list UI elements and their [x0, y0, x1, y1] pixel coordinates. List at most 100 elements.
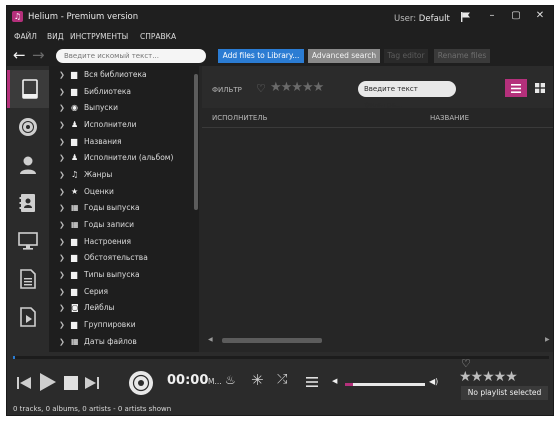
previous-button[interactable]: [15, 374, 33, 392]
tree-item-ratings[interactable]: ❯ ★ Оценки: [59, 184, 114, 200]
search-input[interactable]: [56, 49, 206, 63]
stop-button[interactable]: [62, 374, 80, 392]
tree-scrollbar[interactable]: [194, 74, 198, 210]
volume-low-icon[interactable]: ◀: [332, 377, 337, 385]
close-button[interactable]: ✕: [529, 8, 551, 24]
play-icon: [40, 373, 56, 391]
tree-item-release-types[interactable]: ❯ ▆ Типы выпуска: [59, 267, 140, 283]
disc-button[interactable]: [128, 370, 154, 396]
mood-label[interactable]: M...: [208, 377, 222, 386]
music-note-icon: ♫: [71, 170, 79, 179]
menu-file[interactable]: ФАЙЛ: [14, 32, 37, 41]
tree-item-moods[interactable]: ❯ ▆ Настроения: [59, 234, 131, 250]
tree-item-labels[interactable]: ❯ ◙ Лейблы: [59, 300, 114, 316]
label-icon: ◙: [71, 303, 79, 312]
column-artist[interactable]: ИСПОЛНИТЕЛЬ: [212, 114, 267, 122]
playlist-selector[interactable]: No playlist selected: [461, 386, 548, 400]
chevron-right-icon: ❯: [59, 188, 65, 196]
tree-item-release-years[interactable]: ❯ ▦ Годы выпуска: [59, 200, 140, 216]
back-arrow-icon[interactable]: ←: [13, 47, 26, 63]
add-files-button[interactable]: Add files to Library...: [218, 49, 304, 63]
chevron-right-icon: ❯: [59, 271, 65, 279]
folder-icon: ▆: [71, 287, 78, 296]
person-icon: ♟: [71, 153, 79, 162]
shuffle-icon[interactable]: ⤮: [277, 372, 287, 387]
playlists-view-button[interactable]: [7, 260, 49, 298]
tree-item-album-artists[interactable]: ❯ ♟ Исполнители (альбом): [59, 150, 173, 166]
chevron-right-icon: ❯: [59, 121, 65, 129]
tree-item-groupings[interactable]: ❯ ▆ Группировки: [59, 317, 136, 333]
tree-item-artists[interactable]: ❯ ♟ Исполнители: [59, 117, 136, 133]
forward-arrow-icon[interactable]: →: [32, 47, 45, 63]
next-button[interactable]: [83, 374, 101, 392]
tag-editor-button[interactable]: Tag editor: [384, 49, 428, 63]
library-view-button[interactable]: [7, 70, 49, 108]
visualizer-icon[interactable]: ✳: [251, 371, 264, 389]
menu-help[interactable]: СПРАВКА: [140, 32, 176, 41]
tree-item-series[interactable]: ❯ ▆ Серия: [59, 284, 108, 300]
minimize-button[interactable]: –: [481, 8, 503, 24]
tree-item-releases[interactable]: ❯ ◉ Выпуски: [59, 100, 118, 116]
horizontal-scrollbar[interactable]: [222, 338, 322, 343]
chevron-right-icon: ❯: [59, 104, 65, 112]
folder-icon: ▆: [71, 253, 78, 262]
play-button[interactable]: [36, 371, 58, 393]
tree-item-label: Группировки: [84, 320, 136, 329]
calendar-icon: ▦: [71, 203, 79, 212]
column-title[interactable]: НАЗВАНИЕ: [430, 114, 469, 122]
volume-high-icon[interactable]: ◀): [429, 377, 438, 386]
app-logo-icon: ♫: [12, 11, 23, 22]
tree-item-recording-years[interactable]: ❯ ▦ Годы записи: [59, 217, 134, 233]
chevron-right-icon: ❯: [59, 71, 65, 79]
tree-item-titles[interactable]: ❯ ▆ Названия: [59, 134, 122, 150]
flag-icon[interactable]: [460, 11, 472, 23]
albums-view-button[interactable]: [7, 108, 49, 146]
column-header-row: ИСПОЛНИТЕЛЬ НАЗВАНИЕ: [202, 108, 553, 128]
contacts-view-button[interactable]: [7, 184, 49, 222]
tree-item-label: Обстоятельства: [84, 253, 148, 262]
rename-files-button[interactable]: Rename files: [434, 49, 490, 63]
document-icon: [20, 269, 36, 289]
app-window: ♫ Helium - Premium version User: Default…: [6, 5, 554, 416]
filter-input[interactable]: Введите текст фильтра...: [358, 81, 456, 109]
tree-item-all-library[interactable]: ❯ ▆ Вся библиотека: [59, 67, 147, 83]
menu-view[interactable]: ВИД: [47, 32, 64, 41]
user-name: Default: [418, 14, 450, 24]
tree-item-genres[interactable]: ❯ ♫ Жанры: [59, 167, 112, 183]
disc-icon: [19, 118, 37, 136]
chevron-right-icon: ❯: [59, 321, 65, 329]
playlist-toggle-button[interactable]: [305, 375, 319, 389]
chevron-right-icon: ❯: [59, 238, 65, 246]
advanced-search-button[interactable]: Advanced search: [308, 49, 380, 63]
track-rating-stars[interactable]: ★★★★★: [459, 369, 518, 385]
library-status: 0 tracks, 0 albums, 0 artists - 0 artist…: [13, 405, 172, 413]
menu-tools[interactable]: ИНСТРУМЕНТЫ: [70, 32, 128, 41]
scroll-right-arrow-icon[interactable]: ▶: [545, 336, 550, 343]
chevron-right-icon: ❯: [59, 338, 65, 346]
devices-view-button[interactable]: [7, 222, 49, 260]
scroll-left-arrow-icon[interactable]: ◀: [208, 336, 213, 343]
flame-icon[interactable]: ♨: [225, 373, 236, 387]
volume-slider[interactable]: [345, 383, 425, 386]
filter-label: ФИЛЬТР: [212, 86, 242, 94]
tree-item-label: Исполнители (альбом): [84, 153, 174, 162]
grid-view-button[interactable]: [529, 79, 551, 97]
menu-bar: ФАЙЛ ВИД ИНСТРУМЕНТЫ СПРАВКА: [7, 28, 553, 46]
disc-icon: ◉: [71, 103, 78, 112]
chevron-right-icon: ❯: [59, 154, 65, 162]
library-icon: [21, 79, 38, 99]
list-view-button[interactable]: [505, 79, 527, 97]
tree-item-label: Типы выпуска: [84, 270, 140, 279]
heart-icon[interactable]: ♡: [256, 82, 266, 95]
rating-filter-stars[interactable]: ★★★★★: [270, 80, 324, 95]
maximize-button[interactable]: ▢: [505, 8, 527, 24]
tree-item-file-dates[interactable]: ❯ ▦ Даты файлов: [59, 334, 137, 350]
tree-item-label: Жанры: [84, 170, 113, 179]
monitor-icon: [18, 232, 38, 250]
tree-item-situations[interactable]: ❯ ▆ Обстоятельства: [59, 250, 148, 266]
user-indicator[interactable]: User: Default: [394, 14, 450, 24]
now-playing-view-button[interactable]: [7, 298, 49, 336]
seek-position: [13, 356, 15, 359]
artists-view-button[interactable]: [7, 146, 49, 184]
tree-item-library[interactable]: ❯ ▆ Библиотека: [59, 84, 131, 100]
